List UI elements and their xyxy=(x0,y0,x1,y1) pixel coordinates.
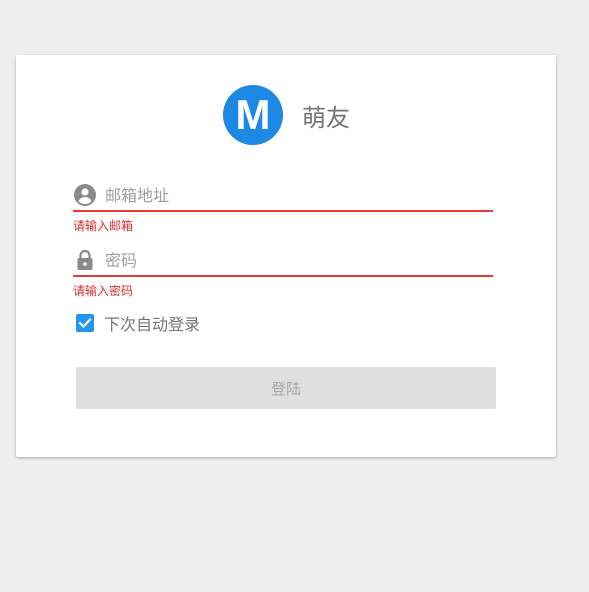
checkbox-checked-icon[interactable] xyxy=(76,314,94,332)
brand-logo: M xyxy=(223,85,283,145)
login-card: M 萌友 请输入邮箱 xyxy=(16,55,556,457)
remember-me-label: 下次自动登录 xyxy=(104,315,201,334)
email-field-group: 请输入邮箱 xyxy=(73,180,493,234)
email-field-row xyxy=(73,180,493,212)
brand-header: M 萌友 xyxy=(223,85,350,145)
email-error-message: 请输入邮箱 xyxy=(73,219,134,233)
account-circle-icon xyxy=(73,183,97,207)
logo-m-icon: M xyxy=(236,91,271,138)
password-field-group: 请输入密码 xyxy=(73,245,493,299)
brand-name: 萌友 xyxy=(302,103,350,132)
email-input[interactable] xyxy=(105,182,493,208)
password-input[interactable] xyxy=(105,247,493,273)
lock-icon xyxy=(73,248,97,272)
remember-me-checkbox[interactable]: 下次自动登录 xyxy=(76,311,200,335)
svg-text:M: M xyxy=(236,91,271,138)
login-button[interactable]: 登陆 xyxy=(76,367,496,409)
password-field-row xyxy=(73,245,493,277)
password-error-message: 请输入密码 xyxy=(73,284,134,298)
